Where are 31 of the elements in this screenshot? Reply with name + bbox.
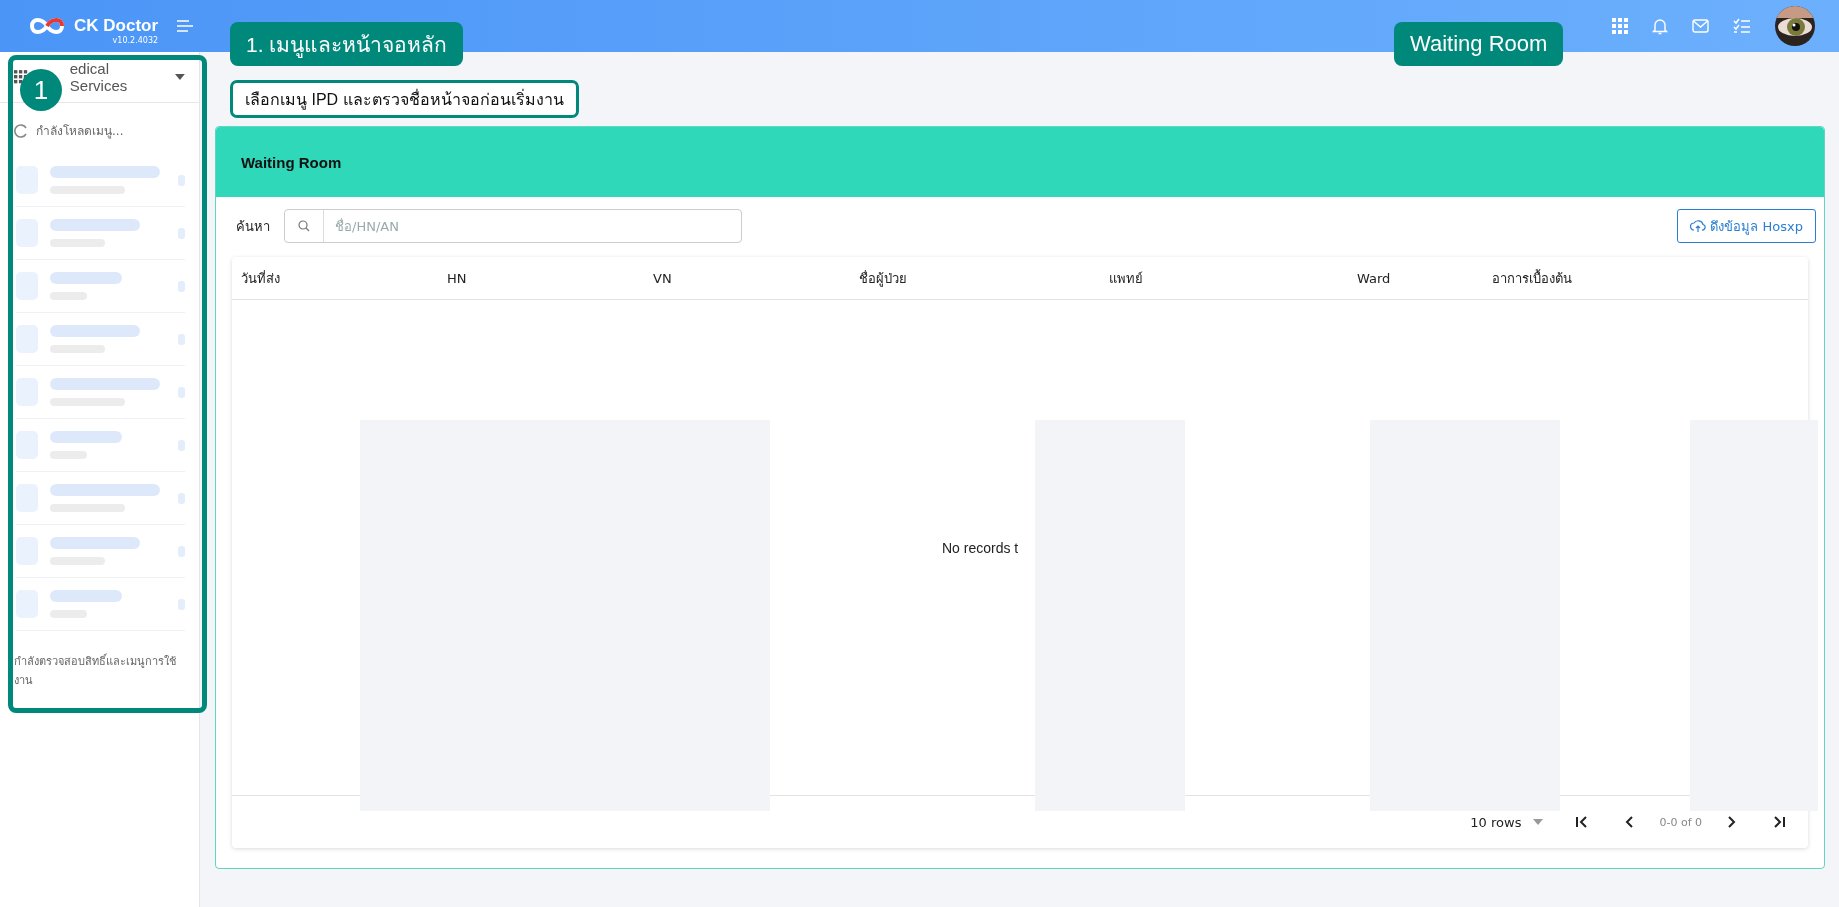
page-range: 0-0 of 0	[1659, 815, 1702, 829]
column-header: ชื่อผู้ป่วย	[859, 269, 908, 289]
checklist-icon[interactable]	[1733, 18, 1751, 34]
instruction-note: เลือกเมนู IPD และตรวจชื่อหน้าจอก่อนเริ่มงาน	[230, 80, 579, 118]
rows-per-page-select[interactable]: 10 rows	[1470, 814, 1544, 830]
last-page-icon	[1772, 815, 1786, 829]
column-header: Ward	[1357, 270, 1392, 286]
column-header: VN	[653, 270, 673, 286]
version-text: v10.2.4032	[112, 36, 159, 46]
search-icon	[298, 220, 310, 232]
caret-icon	[1533, 819, 1544, 825]
screen-label: Waiting Room	[1394, 22, 1564, 66]
fetch-button[interactable]: ดึงข้อมูล Hosxp	[1677, 209, 1816, 243]
column-header: แพทย์	[1109, 269, 1144, 288]
spinner-icon	[14, 123, 28, 138]
column-header: อาการเบื้องต้น	[1492, 268, 1573, 288]
status-text: กำลังตรวจสอบสิทธิ์และเมนูการใช้งาน	[13, 652, 177, 689]
brand-name: CK Doctor	[74, 16, 159, 36]
module-selector[interactable]: edical Services	[69, 60, 170, 94]
first-page-icon	[1575, 815, 1590, 829]
cloud-upload-icon	[1690, 219, 1707, 233]
step-title: 1. เมนูและหน้าจอหลัก	[230, 22, 464, 66]
caret-icon[interactable]	[175, 74, 185, 80]
loading-text: กำลังโหลดเมนู...	[36, 123, 124, 140]
search-field[interactable]: ชื่อ/HN/AN	[284, 209, 742, 243]
column-header: HN	[447, 270, 468, 286]
card-title: Waiting Room	[241, 153, 342, 171]
column-header: วันที่ส่ง	[241, 269, 281, 288]
search-label: ค้นหา	[236, 217, 270, 236]
logo-icon	[28, 15, 66, 37]
empty-message: No records t	[942, 539, 1019, 556]
